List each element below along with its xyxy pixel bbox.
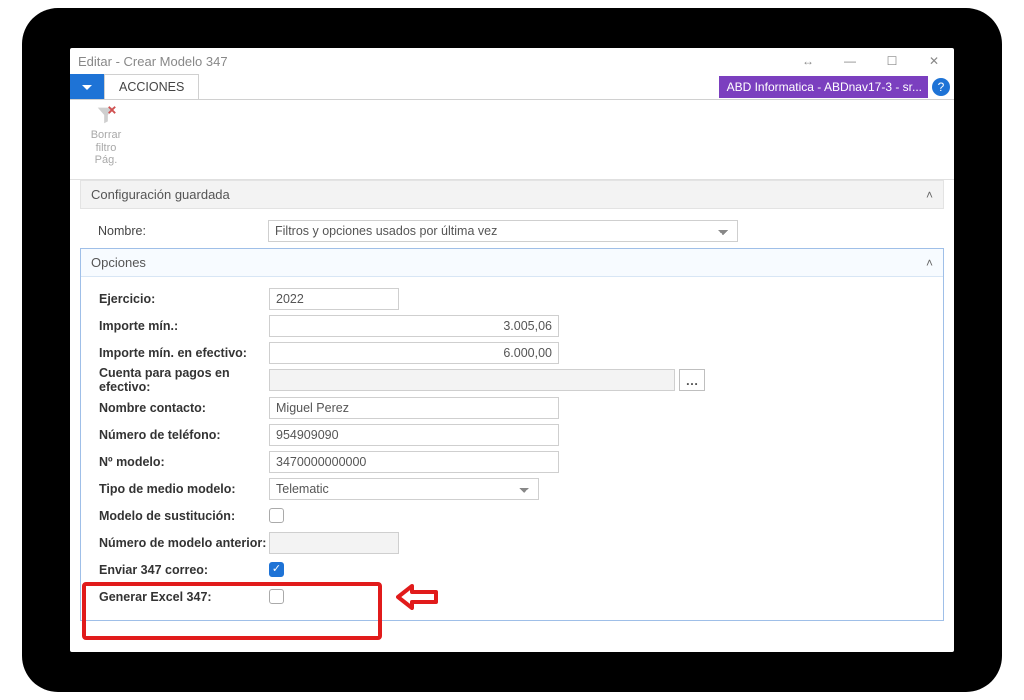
options-group: Opciones ˄ Ejercicio: Importe mín.: Impo… xyxy=(80,248,944,621)
resize-icon[interactable]: ↔ xyxy=(790,51,826,71)
cuenta-pagos-label: Cuenta para pagos en efectivo: xyxy=(99,366,269,394)
nombre-contacto-input[interactable] xyxy=(269,397,559,419)
enviar-correo-label: Enviar 347 correo: xyxy=(99,563,269,577)
window-title: Editar - Crear Modelo 347 xyxy=(78,54,790,69)
generar-excel-label: Generar Excel 347: xyxy=(99,590,269,604)
importe-min-label: Importe mín.: xyxy=(99,319,269,333)
modelo-sustitucion-label: Modelo de sustitución: xyxy=(99,509,269,523)
tab-acciones[interactable]: ACCIONES xyxy=(104,74,199,99)
ejercicio-label: Ejercicio: xyxy=(99,292,269,306)
chevron-up-icon: ˄ xyxy=(926,256,933,270)
importe-min-input[interactable] xyxy=(269,315,559,337)
ejercicio-input[interactable] xyxy=(269,288,399,310)
clear-filter-button[interactable]: Borrar filtro Pág. xyxy=(80,104,132,167)
cuenta-pagos-input[interactable] xyxy=(269,369,675,391)
telefono-input[interactable] xyxy=(269,424,559,446)
telefono-label: Número de teléfono: xyxy=(99,428,269,442)
close-button[interactable]: ✕ xyxy=(916,51,952,71)
maximize-button[interactable]: ☐ xyxy=(874,51,910,71)
enviar-correo-checkbox[interactable] xyxy=(269,562,284,577)
app-menu-dropdown[interactable] xyxy=(70,74,104,99)
num-modelo-anterior-label: Número de modelo anterior: xyxy=(99,536,269,550)
nombre-select[interactable]: Filtros y opciones usados por última vez xyxy=(268,220,738,242)
num-modelo-anterior-input[interactable] xyxy=(269,532,399,554)
app-window: Editar - Crear Modelo 347 ↔ — ☐ ✕ ACCION… xyxy=(70,48,954,652)
generar-excel-checkbox[interactable] xyxy=(269,589,284,604)
window-controls: ↔ — ☐ ✕ xyxy=(790,51,952,71)
section-header-opciones[interactable]: Opciones ˄ xyxy=(81,249,943,277)
tablet-frame: Editar - Crear Modelo 347 ↔ — ☐ ✕ ACCION… xyxy=(22,8,1002,692)
section-title: Opciones xyxy=(91,255,146,270)
clear-filter-label: Borrar filtro Pág. xyxy=(80,129,132,167)
chevron-up-icon: ˄ xyxy=(926,188,933,202)
ribbon-body: Borrar filtro Pág. xyxy=(70,100,954,180)
modelo-sustitucion-checkbox[interactable] xyxy=(269,508,284,523)
nombre-contacto-label: Nombre contacto: xyxy=(99,401,269,415)
minimize-button[interactable]: — xyxy=(832,51,868,71)
ribbon-tab-row: ACCIONES ABD Informatica - ABDnav17-3 - … xyxy=(70,74,954,100)
importe-efectivo-input[interactable] xyxy=(269,342,559,364)
nombre-label: Nombre: xyxy=(98,224,268,238)
funnel-x-icon xyxy=(95,104,117,126)
importe-efectivo-label: Importe mín. en efectivo: xyxy=(99,346,269,360)
tipo-medio-label: Tipo de medio modelo: xyxy=(99,482,269,496)
section-header-config-guardada[interactable]: Configuración guardada ˄ xyxy=(80,180,944,209)
help-icon[interactable]: ? xyxy=(932,78,950,96)
n-modelo-label: Nº modelo: xyxy=(99,455,269,469)
environment-badge: ABD Informatica - ABDnav17-3 - sr... xyxy=(719,76,928,98)
tipo-medio-select[interactable]: Telematic xyxy=(269,478,539,500)
cuenta-pagos-lookup-button[interactable]: … xyxy=(679,369,705,391)
annotation-arrow-icon xyxy=(396,584,438,613)
section-title: Configuración guardada xyxy=(91,187,230,202)
n-modelo-input[interactable] xyxy=(269,451,559,473)
titlebar: Editar - Crear Modelo 347 ↔ — ☐ ✕ xyxy=(70,48,954,74)
